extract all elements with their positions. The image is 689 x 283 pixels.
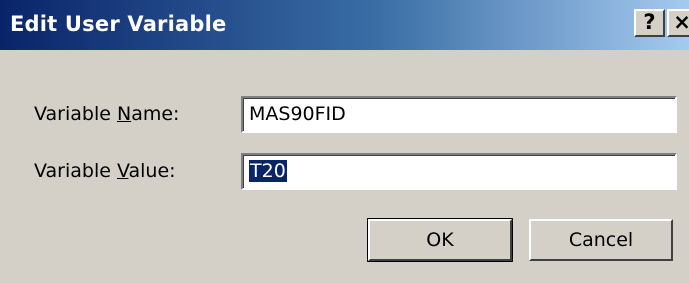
ok-button-label: OK — [426, 229, 454, 251]
variable-value-selected-text: T20 — [249, 160, 287, 182]
edit-user-variable-dialog: Edit User Variable ? × Variable Name: MA… — [0, 0, 689, 283]
cancel-button[interactable]: Cancel — [529, 219, 673, 261]
close-button[interactable]: × — [667, 9, 689, 37]
help-icon: ? — [643, 10, 656, 34]
variable-name-label-accelerator: N — [116, 103, 132, 125]
variable-name-label-prefix: Variable — [34, 103, 117, 125]
variable-name-input[interactable]: MAS90FID — [241, 96, 677, 133]
ok-button[interactable]: OK — [367, 218, 513, 262]
cancel-button-label: Cancel — [568, 229, 634, 251]
variable-value-label-suffix: alue: — [128, 160, 176, 182]
variable-name-value: MAS90FID — [249, 103, 346, 125]
variable-value-input[interactable]: T20 — [241, 153, 677, 190]
help-button[interactable]: ? — [634, 9, 665, 37]
close-icon: × — [673, 10, 689, 34]
dialog-title: Edit User Variable — [10, 12, 227, 36]
title-bar[interactable]: Edit User Variable ? × — [0, 0, 689, 50]
variable-name-label: Variable Name: — [34, 103, 179, 125]
variable-value-label-prefix: Variable — [34, 160, 117, 182]
variable-value-label: Variable Value: — [34, 160, 176, 182]
variable-value-label-accelerator: V — [116, 160, 129, 182]
variable-name-label-suffix: ame: — [131, 103, 180, 125]
